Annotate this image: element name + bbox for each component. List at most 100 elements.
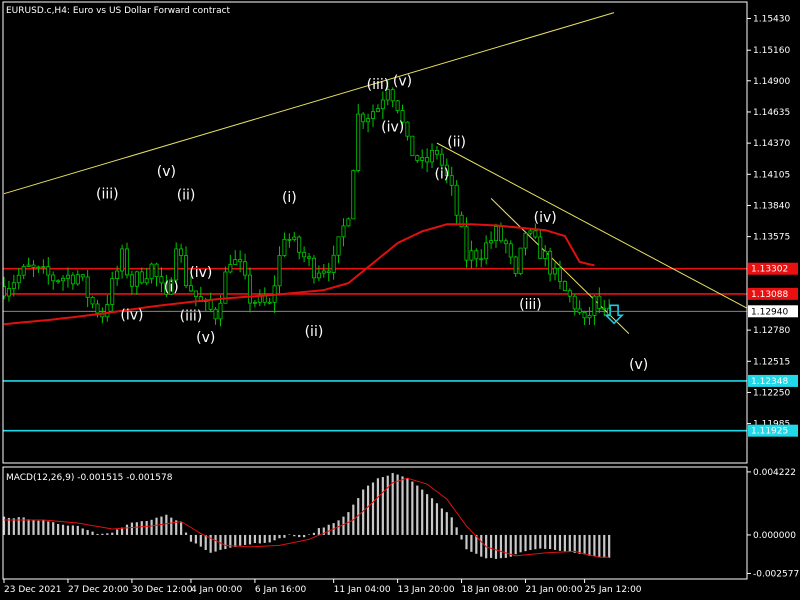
candle-body [597, 295, 602, 309]
candle-body [366, 118, 371, 123]
candle-body [11, 282, 16, 289]
candle-body [528, 230, 533, 234]
candle-body [218, 302, 223, 320]
candle-body [469, 250, 474, 261]
candle-body [341, 225, 346, 238]
candle-body [380, 99, 385, 110]
candle-body [61, 277, 66, 282]
price-tick-label: 1.13575 [753, 233, 790, 243]
time-tick-label: 30 Dec 12:00 [132, 585, 193, 595]
candle-body [439, 153, 444, 166]
candle-body [553, 267, 558, 275]
price-level-label: 1.11925 [751, 427, 788, 437]
candle-body [316, 272, 321, 279]
candle-body [267, 301, 272, 304]
candle-body [247, 274, 252, 304]
candle-body [184, 255, 189, 287]
wave-label: (ii) [447, 135, 466, 151]
candle-body [518, 247, 523, 275]
candle-body [346, 218, 351, 227]
wave-label: (i) [282, 190, 297, 206]
candle-body [70, 274, 75, 285]
time-tick-label: 13 Jan 20:00 [398, 585, 455, 595]
candle-body [508, 243, 513, 258]
candle-body [31, 264, 36, 268]
wave-label: (ii) [177, 188, 196, 204]
candle-body [370, 111, 375, 119]
candle-body [90, 296, 95, 305]
candle-body [390, 89, 395, 102]
candle-body [16, 274, 21, 284]
candle-body [120, 248, 125, 272]
candle-body [562, 280, 567, 292]
macd-tick-label: 0.004222 [753, 468, 796, 478]
candle-body [587, 315, 592, 319]
candle-body [503, 240, 508, 245]
chart-title: EURUSD.c,H4: Euro vs US Dollar Forward c… [6, 6, 231, 16]
candle-body [602, 307, 607, 310]
candle-body [336, 236, 341, 256]
candle-body [233, 259, 238, 265]
wave-label: (iv) [189, 265, 212, 281]
candle-body [498, 226, 503, 242]
wave-label: (iii) [519, 297, 542, 313]
candle-body [95, 303, 100, 314]
macd-tick-label: 0.000000 [753, 531, 796, 541]
candle-body [243, 261, 248, 276]
candle-body [228, 264, 233, 273]
price-tick-label: 1.14635 [753, 108, 790, 118]
candle-body [115, 270, 120, 279]
candle-body [277, 255, 282, 287]
candle-body [415, 155, 420, 161]
wave-label: (iii) [367, 77, 390, 93]
candle-body [149, 263, 154, 280]
chart-canvas[interactable]: (iii)(v)(ii)(iv)(i)(iv)(iii)(v)(i)(ii)(i… [0, 0, 800, 600]
candle-body [36, 266, 41, 269]
candle-body [395, 100, 400, 111]
price-tick-label: 1.12780 [753, 326, 790, 336]
time-tick-label: 18 Jan 08:00 [462, 585, 519, 595]
price-tick-label: 1.13840 [753, 201, 790, 211]
candle-body [533, 230, 538, 238]
price-level-label: 1.13302 [751, 265, 788, 275]
price-tick-label: 1.15430 [753, 14, 790, 24]
candle-body [410, 135, 415, 157]
price-level-label: 1.12348 [751, 377, 788, 387]
candle-body [105, 304, 110, 318]
wave-label: (iii) [180, 309, 203, 325]
candle-body [41, 266, 46, 269]
candle-body [159, 276, 164, 284]
time-tick-label: 25 Jan 12:00 [585, 585, 642, 595]
candle-body [287, 238, 292, 241]
candle-body [474, 250, 479, 260]
wave-label: (iv) [534, 210, 557, 226]
candle-body [538, 236, 543, 259]
candle-body [208, 299, 213, 310]
wave-label: (ii) [305, 324, 324, 340]
candle-body [582, 311, 587, 319]
candle-body [484, 242, 489, 260]
candle-body [110, 278, 115, 305]
wave-label: (v) [196, 330, 215, 346]
price-tick-label: 1.14900 [753, 77, 790, 87]
price-level-label: 1.12940 [751, 307, 788, 317]
candle-body [592, 295, 597, 316]
wave-label: (v) [157, 164, 176, 180]
wave-label: (iii) [96, 186, 119, 202]
price-tick-label: 1.15160 [753, 46, 790, 56]
candle-body [6, 288, 11, 297]
candle-body [375, 108, 380, 113]
candle-body [21, 266, 26, 276]
candle-body [213, 308, 218, 320]
candle-body [307, 256, 312, 259]
price-tick-label: 1.12515 [753, 357, 790, 367]
candle-body [26, 264, 31, 267]
wave-label: (i) [164, 279, 179, 295]
time-tick-label: 21 Jan 00:00 [526, 585, 583, 595]
candle-body [361, 113, 366, 123]
candle-body [331, 254, 336, 273]
macd-label: MACD(12,26,9) -0.001515 -0.001578 [6, 473, 173, 483]
candle-body [179, 248, 184, 256]
candle-body [75, 274, 80, 285]
candle-body [282, 238, 287, 256]
